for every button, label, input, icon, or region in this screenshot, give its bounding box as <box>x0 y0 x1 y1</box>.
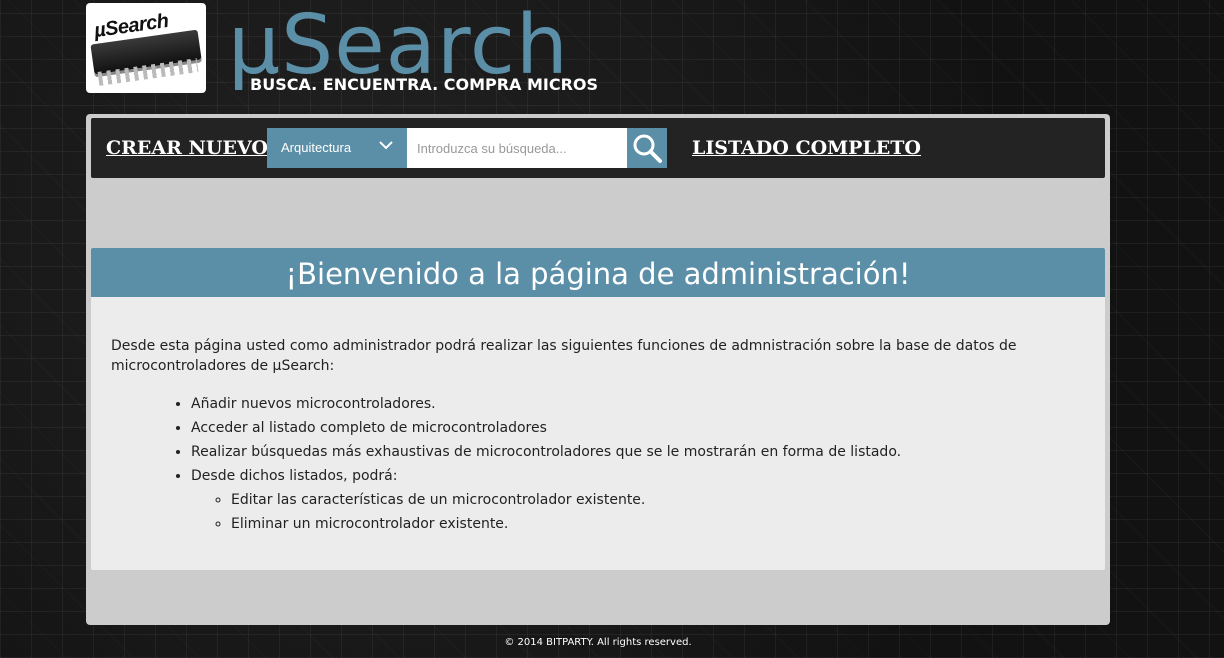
footer: © 2014 BITPARTY. All rights reserved. <box>504 637 692 648</box>
navbar: CREAR NUEVO Arquitectura LISTADO COMPLET… <box>91 118 1105 178</box>
brand-slogan: BUSCA. ENCUENTRA. COMPRA MICROS <box>250 75 599 94</box>
main-panel: CREAR NUEVO Arquitectura LISTADO COMPLET… <box>86 114 1110 625</box>
list-item: Añadir nuevos microcontroladores. <box>191 392 901 416</box>
chevron-down-icon <box>379 141 393 150</box>
search-category-value: Arquitectura <box>281 140 352 155</box>
functions-list: Añadir nuevos microcontroladores. Accede… <box>171 392 901 536</box>
logo[interactable]: µSearch <box>86 3 206 93</box>
list-item-with-sublist: Desde dichos listados, podrá: Editar las… <box>191 464 901 536</box>
list-item-label: Desde dichos listados, podrá: <box>191 468 398 484</box>
sub-list: Editar las características de un microco… <box>191 488 901 536</box>
list-item: Realizar búsquedas más exhaustivas de mi… <box>191 440 901 464</box>
search-input[interactable] <box>407 128 627 168</box>
sub-list-item: Editar las características de un microco… <box>231 488 901 512</box>
full-list-link[interactable]: LISTADO COMPLETO <box>692 137 921 159</box>
create-new-link[interactable]: CREAR NUEVO <box>106 137 268 159</box>
search-category-select[interactable]: Arquitectura <box>267 128 407 168</box>
magnifier-icon <box>633 134 662 163</box>
intro-text: Desde esta página usted como administrad… <box>111 338 1017 374</box>
list-item: Acceder al listado completo de microcont… <box>191 416 901 440</box>
welcome-card: ¡Bienvenido a la página de administració… <box>91 248 1105 570</box>
sub-list-item: Eliminar un microcontrolador existente. <box>231 512 901 536</box>
search-button[interactable] <box>627 128 667 168</box>
welcome-title: ¡Bienvenido a la página de administració… <box>91 248 1105 297</box>
